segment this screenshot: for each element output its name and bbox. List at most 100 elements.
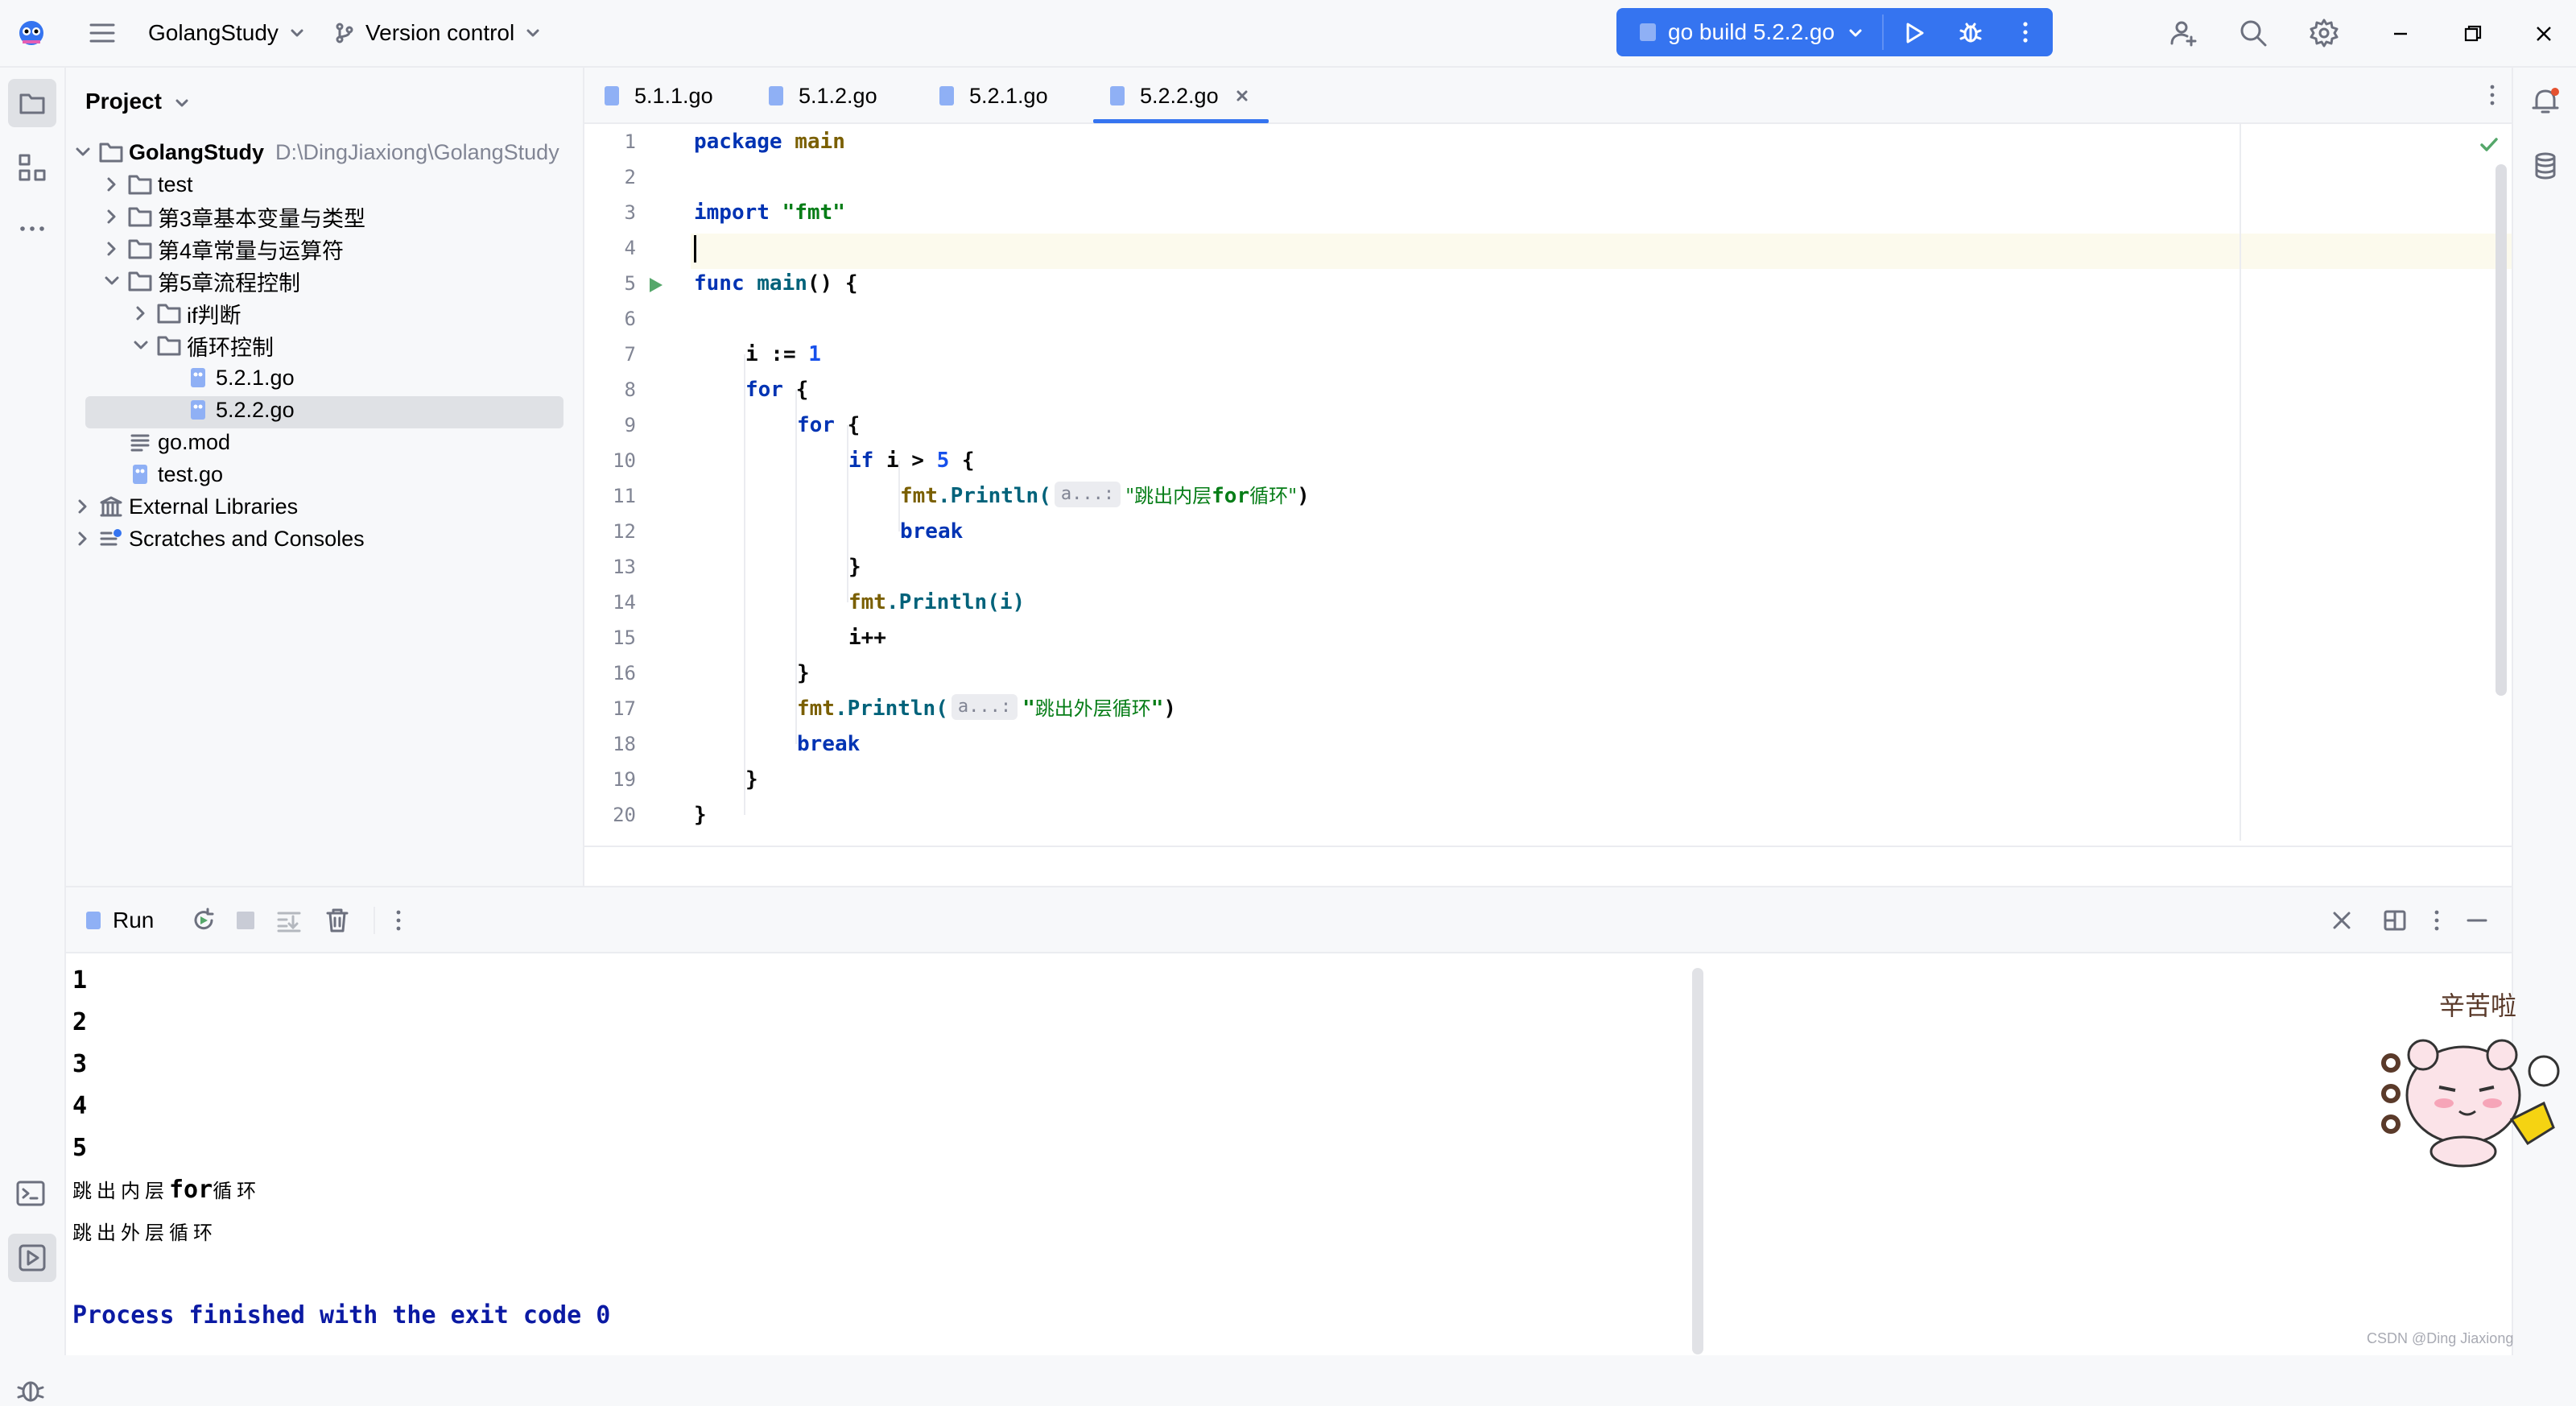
minimize-panel-button[interactable] bbox=[2463, 907, 2491, 934]
tab-5-1-1[interactable]: 5.1.1.go bbox=[601, 68, 713, 124]
code-line-16[interactable]: } bbox=[797, 655, 810, 691]
minimize-window-button[interactable] bbox=[2388, 21, 2413, 47]
notifications-button[interactable] bbox=[2529, 85, 2562, 118]
tab-5-1-2[interactable]: 5.1.2.go bbox=[765, 68, 877, 124]
chevron-down-icon bbox=[1849, 29, 1862, 37]
run-config-selector[interactable]: go build 5.2.2.go bbox=[1616, 8, 1879, 56]
run-tool-button[interactable] bbox=[8, 1234, 56, 1282]
project-tool-button[interactable] bbox=[8, 79, 56, 127]
more-tools-button[interactable] bbox=[16, 213, 48, 245]
database-button[interactable] bbox=[2529, 150, 2562, 182]
stop-button[interactable] bbox=[233, 908, 258, 933]
tabs-more-button[interactable] bbox=[2479, 82, 2505, 108]
tree-item-scratches[interactable]: Scratches and Consoles bbox=[71, 523, 365, 555]
code-line-19[interactable]: } bbox=[745, 762, 758, 797]
project-panel-header[interactable]: Project bbox=[85, 89, 191, 114]
layout-button[interactable] bbox=[2381, 907, 2409, 934]
code-line-15[interactable]: i++ bbox=[848, 620, 886, 655]
close-run-tab-button[interactable] bbox=[2328, 907, 2355, 934]
rerun-button[interactable] bbox=[190, 907, 217, 934]
run-tab[interactable]: Run bbox=[84, 905, 154, 936]
code-line-1[interactable]: package main bbox=[694, 124, 845, 159]
code-line-8[interactable]: for { bbox=[745, 372, 808, 407]
function-call: .Println(i) bbox=[886, 590, 1026, 614]
clear-output-button[interactable] bbox=[324, 907, 351, 934]
code-line-14[interactable]: fmt.Println(i) bbox=[848, 585, 1025, 620]
structure-tool-button[interactable] bbox=[16, 151, 48, 184]
code-line-13[interactable]: } bbox=[848, 549, 861, 585]
tree-item-label: External Libraries bbox=[129, 494, 299, 519]
title-bar: GolangStudy Version control go build 5.2… bbox=[0, 0, 2576, 68]
project-switcher[interactable]: GolangStudy bbox=[148, 16, 306, 50]
run-gutter-icon[interactable] bbox=[646, 275, 665, 295]
tree-item-if-folder[interactable]: if判断 bbox=[129, 297, 242, 329]
go-file-icon bbox=[769, 86, 783, 105]
tree-item-go-mod[interactable]: go.mod bbox=[127, 426, 230, 458]
vcs-menu[interactable]: Version control bbox=[333, 16, 542, 50]
go-file-icon bbox=[185, 398, 211, 422]
run-more-button[interactable] bbox=[2009, 16, 2041, 48]
app-logo-icon[interactable] bbox=[16, 18, 47, 48]
function-name: main bbox=[757, 271, 807, 296]
tree-item-file-521[interactable]: 5.2.1.go bbox=[185, 362, 295, 394]
project-panel-title: Project bbox=[85, 89, 162, 114]
more-vertical-icon bbox=[2434, 910, 2439, 931]
code-line-20[interactable]: } bbox=[694, 797, 707, 833]
tree-item-label: GolangStudy bbox=[129, 139, 264, 164]
sticker-image: 辛苦啦 bbox=[2367, 990, 2576, 1176]
code-line-10[interactable]: if i > 5 { bbox=[848, 443, 975, 478]
go-file-icon bbox=[939, 86, 954, 105]
chevron-down-icon bbox=[76, 147, 90, 156]
code-line-9[interactable]: for { bbox=[797, 407, 860, 443]
tree-item-test-folder[interactable]: test bbox=[100, 168, 193, 201]
tree-item-test-go[interactable]: test.go bbox=[127, 458, 223, 490]
panel-options-button[interactable] bbox=[2423, 907, 2450, 934]
code-text: { bbox=[834, 413, 861, 437]
debug-button[interactable] bbox=[1951, 16, 1990, 48]
code-line-17[interactable]: fmt.Println(a...: "跳出外层循环") bbox=[797, 691, 1176, 726]
tree-item-file-522[interactable]: 5.2.2.go bbox=[185, 394, 295, 426]
code-line-7[interactable]: i := 1 bbox=[745, 337, 821, 372]
folder-icon bbox=[19, 93, 45, 114]
tab-5-2-2[interactable]: 5.2.2.go bbox=[1106, 68, 1251, 124]
code-line-5[interactable]: func main() { bbox=[694, 266, 858, 301]
console-output[interactable]: 1 2 3 4 5 跳出内层for循环 跳出外层循环 Process finis… bbox=[72, 960, 610, 1337]
line-number: 8 bbox=[624, 378, 636, 401]
no-problems-check-icon[interactable] bbox=[2478, 134, 2500, 156]
tree-item-golangstudy[interactable]: GolangStudy D:\DingJiaxiong\GolangStudy bbox=[71, 136, 559, 168]
tab-5-2-1[interactable]: 5.2.1.go bbox=[935, 68, 1048, 124]
debug-tool-button[interactable] bbox=[14, 1374, 47, 1406]
scroll-to-end-button[interactable] bbox=[275, 907, 303, 934]
console-scrollbar[interactable] bbox=[1692, 968, 1703, 1354]
output-line: 3 bbox=[72, 1050, 88, 1078]
chevron-down-icon bbox=[105, 276, 119, 285]
code-line-18[interactable]: break bbox=[797, 726, 860, 762]
divider bbox=[374, 907, 375, 934]
tree-item-chapter3[interactable]: 第3章基本变量与类型 bbox=[100, 201, 365, 233]
close-tab-icon[interactable] bbox=[1233, 87, 1251, 105]
code-line-11[interactable]: fmt.Println(a...: "跳出内层for循环") bbox=[900, 478, 1310, 514]
run-tool-window: Run 1 2 3 4 5 跳出内层for循环 跳出外层循环 Process f… bbox=[66, 886, 2512, 1355]
code-line-3[interactable]: import "fmt" bbox=[694, 195, 845, 230]
indent-guide bbox=[744, 354, 745, 815]
search-icon[interactable] bbox=[2238, 18, 2268, 48]
main-menu-icon[interactable] bbox=[89, 19, 116, 47]
editor-vertical-scrollbar[interactable] bbox=[2496, 164, 2507, 696]
restore-window-button[interactable] bbox=[2460, 21, 2486, 47]
code-line-12[interactable]: break bbox=[900, 514, 963, 549]
add-user-icon[interactable] bbox=[2169, 18, 2199, 48]
chevron-down-icon bbox=[291, 29, 303, 37]
tree-item-chapter4[interactable]: 第4章常量与运算符 bbox=[100, 233, 344, 265]
line-number: 10 bbox=[613, 449, 636, 472]
layout-icon bbox=[2384, 910, 2406, 931]
code-line-4[interactable] bbox=[694, 230, 696, 266]
close-window-button[interactable] bbox=[2531, 21, 2557, 47]
tree-item-external-libraries[interactable]: External Libraries bbox=[71, 490, 298, 523]
run-more-options-button[interactable] bbox=[385, 907, 412, 934]
run-button[interactable] bbox=[1895, 16, 1934, 48]
terminal-tool-button[interactable] bbox=[14, 1177, 47, 1210]
tree-item-chapter5[interactable]: 第5章流程控制 bbox=[100, 265, 300, 297]
keyword: for bbox=[745, 378, 783, 402]
tree-item-loop-folder[interactable]: 循环控制 bbox=[129, 329, 274, 362]
settings-gear-icon[interactable] bbox=[2309, 18, 2339, 48]
